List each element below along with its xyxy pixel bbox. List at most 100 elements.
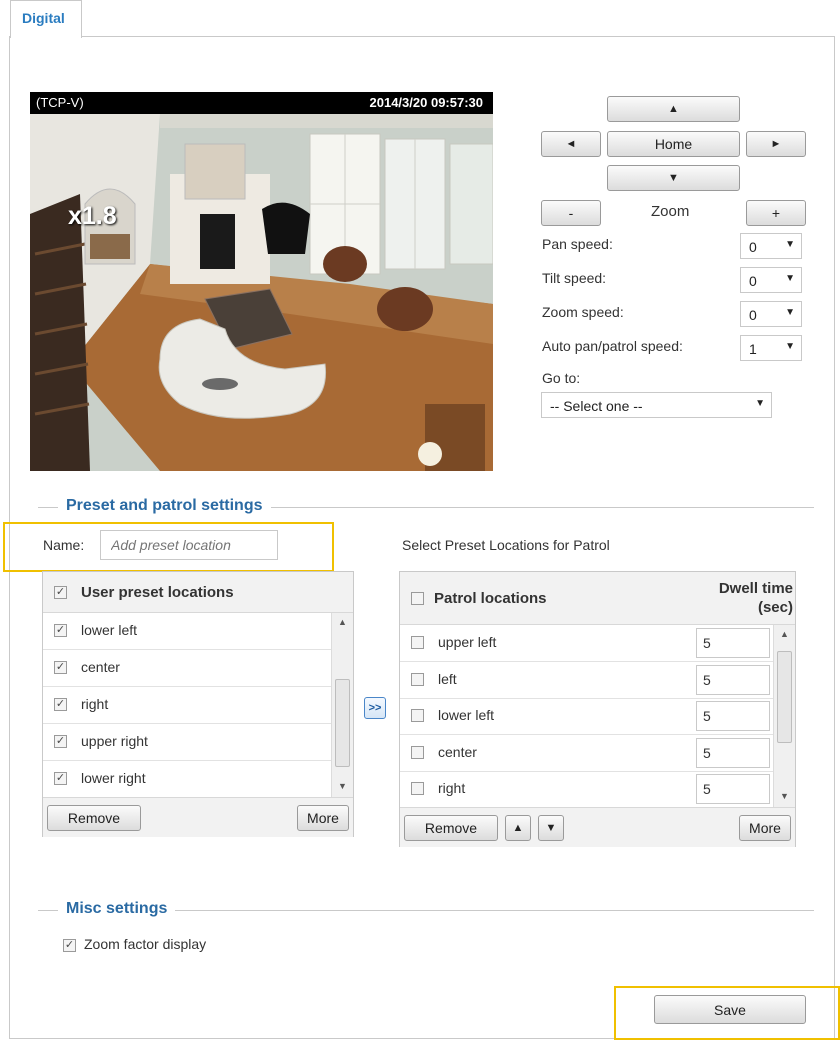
tab-digital[interactable]: Digital (10, 0, 82, 38)
auto-speed-label: Auto pan/patrol speed: (542, 338, 683, 354)
pan-speed-value: 0 (749, 239, 757, 255)
preset-checkbox[interactable]: ✓ (54, 661, 67, 674)
home-button[interactable]: Home (607, 131, 740, 157)
preset-checkbox[interactable]: ✓ (54, 624, 67, 637)
dwell-time-value: 5 (703, 744, 711, 761)
dwell-time-value: 5 (703, 708, 711, 724)
tilt-speed-label: Tilt speed: (542, 270, 607, 286)
camera-view-image[interactable] (30, 114, 493, 471)
patrol-row[interactable]: center 5 (400, 735, 773, 772)
patrol-location-name: center (438, 743, 477, 760)
dwell-time-unit: (sec) (757, 599, 793, 616)
list-item[interactable]: ✓ lower left (43, 613, 331, 650)
patrol-checkbox[interactable] (411, 745, 424, 759)
tilt-down-button[interactable]: ▼ (607, 165, 740, 191)
select-all-checkbox[interactable]: ✓ (54, 586, 67, 599)
goto-value: -- Select one -- (550, 398, 643, 414)
patrol-row[interactable]: right 5 (400, 771, 773, 808)
dwell-time-input[interactable]: 5 (696, 774, 770, 804)
scroll-down-icon[interactable]: ▼ (780, 791, 789, 801)
zoom-speed-select[interactable]: 0 ▼ (740, 301, 802, 327)
patrol-location-list: Patrol locations Dwell time (sec) upper … (399, 571, 796, 847)
scroll-up-icon[interactable]: ▲ (338, 617, 347, 627)
chevron-down-icon: ▼ (785, 239, 795, 250)
scroll-down-icon[interactable]: ▼ (338, 781, 347, 791)
preset-checkbox[interactable]: ✓ (54, 698, 67, 711)
preset-name: upper right (81, 733, 148, 749)
chevron-down-icon: ▼ (755, 398, 765, 409)
preset-name: lower right (81, 770, 146, 786)
pan-left-button[interactable]: ◄ (541, 131, 601, 157)
dwell-time-value: 5 (703, 671, 711, 688)
tilt-up-button[interactable]: ▲ (607, 96, 740, 122)
zoom-in-button[interactable]: + (746, 200, 806, 226)
video-timestamp: 2014/3/20 09:57:30 (369, 95, 483, 110)
goto-select[interactable]: -- Select one -- ▼ (541, 392, 772, 418)
dwell-time-header: Dwell time (718, 580, 793, 597)
patrol-select-all-checkbox[interactable] (411, 592, 424, 605)
scroll-up-icon[interactable]: ▲ (780, 629, 789, 639)
chevron-down-icon: ▼ (785, 273, 795, 284)
patrol-location-name: lower left (438, 707, 495, 723)
tilt-speed-select[interactable]: 0 ▼ (740, 267, 802, 293)
preset-name: center (81, 659, 120, 675)
pan-speed-select[interactable]: 0 ▼ (740, 233, 802, 259)
list-item[interactable]: ✓ center (43, 650, 331, 687)
patrol-row[interactable]: upper left 5 (400, 625, 773, 662)
zoom-factor-checkbox[interactable]: ✓ (63, 939, 76, 952)
save-button[interactable]: Save (654, 995, 806, 1024)
preset-name-input[interactable] (100, 530, 278, 560)
remove-preset-button[interactable]: Remove (47, 805, 141, 831)
list-item[interactable]: ✓ right (43, 687, 331, 724)
pan-speed-label: Pan speed: (542, 236, 613, 252)
user-preset-scrollbar[interactable]: ▲ ▼ (331, 613, 353, 797)
live-video: (TCP-V) 2014/3/20 09:57:30 x1.8 (30, 92, 493, 471)
misc-section-header: Misc settings (38, 900, 814, 920)
auto-speed-select[interactable]: 1 ▼ (740, 335, 802, 361)
patrol-list-header: Patrol locations Dwell time (sec) (400, 572, 795, 625)
move-down-button[interactable]: ▼ (538, 815, 564, 841)
pan-right-button[interactable]: ► (746, 131, 806, 157)
move-up-button[interactable]: ▲ (505, 815, 531, 841)
more-patrol-button[interactable]: More (739, 815, 791, 841)
add-to-patrol-button[interactable]: >> (364, 697, 386, 719)
user-preset-header-label: User preset locations (81, 584, 234, 601)
video-protocol: (TCP-V) (36, 95, 84, 110)
patrol-location-name: left (438, 670, 457, 687)
preset-name-label: Name: (43, 537, 85, 553)
zoom-out-button[interactable]: - (541, 200, 601, 226)
zoom-speed-value: 0 (749, 307, 757, 323)
preset-section-title: Preset and patrol settings (58, 497, 271, 515)
preset-section-header: Preset and patrol settings (38, 497, 814, 517)
user-preset-footer: Remove More (43, 797, 353, 837)
tilt-speed-value: 0 (749, 273, 757, 289)
more-preset-button[interactable]: More (297, 805, 349, 831)
dwell-time-input[interactable]: 5 (696, 664, 770, 695)
patrol-scrollbar[interactable]: ▲ ▼ (773, 625, 795, 807)
patrol-scroll-thumb[interactable] (777, 651, 792, 743)
preset-checkbox[interactable]: ✓ (54, 735, 67, 748)
video-title-bar: (TCP-V) 2014/3/20 09:57:30 (30, 92, 493, 114)
patrol-checkbox[interactable] (411, 672, 424, 686)
patrol-checkbox[interactable] (411, 636, 424, 649)
patrol-footer: Remove ▲ ▼ More (400, 807, 795, 847)
remove-patrol-button[interactable]: Remove (404, 815, 498, 841)
patrol-location-name: upper left (438, 634, 497, 650)
preset-name: right (81, 696, 109, 712)
zoom-label: Zoom (651, 203, 690, 220)
patrol-checkbox[interactable] (411, 782, 424, 795)
user-preset-scroll-thumb[interactable] (335, 679, 350, 767)
dwell-time-input[interactable]: 5 (696, 628, 770, 658)
dwell-time-input[interactable]: 5 (696, 701, 770, 731)
patrol-checkbox[interactable] (411, 709, 424, 722)
patrol-row[interactable]: lower left 5 (400, 698, 773, 735)
auto-speed-value: 1 (749, 341, 757, 357)
preset-name: lower left (81, 622, 138, 638)
patrol-location-name: right (438, 780, 466, 796)
chevron-down-icon: ▼ (785, 341, 795, 352)
preset-checkbox[interactable]: ✓ (54, 772, 67, 785)
list-item[interactable]: ✓ lower right (43, 761, 331, 798)
list-item[interactable]: ✓ upper right (43, 724, 331, 761)
patrol-row[interactable]: left 5 (400, 662, 773, 699)
dwell-time-input[interactable]: 5 (696, 737, 770, 768)
